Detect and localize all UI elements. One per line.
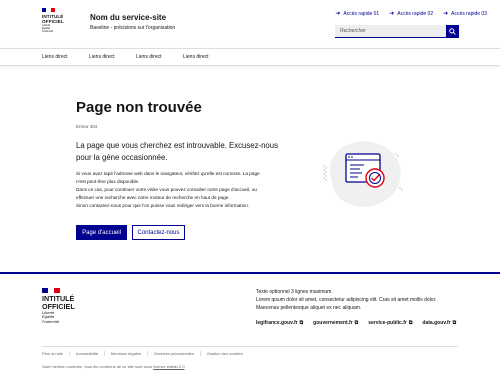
footer-link-gouvernement[interactable]: gouvernement.fr ⧉ bbox=[313, 320, 358, 326]
site-header: INTITULÉ OFFICIEL Liberté Égalité Frater… bbox=[0, 0, 500, 48]
footer-desc-line: Texte optionnel 3 lignes maximum. bbox=[256, 289, 333, 295]
external-link-icon: ⧉ bbox=[354, 320, 359, 326]
footer-link-label: data.gouv.fr bbox=[422, 320, 451, 326]
nav-item-2[interactable]: Liens direct bbox=[89, 49, 136, 65]
footer-bottom-link-cookies[interactable]: Gestion des cookies bbox=[207, 351, 249, 356]
external-link-icon: ⧉ bbox=[452, 320, 457, 326]
footer-bottom-link-privacy[interactable]: Données personnelles bbox=[154, 351, 201, 356]
error-code: Erreur 404 bbox=[76, 124, 98, 129]
external-link-icon: ⧉ bbox=[299, 320, 304, 326]
body-line: n'est peut-être plus disponible. bbox=[76, 178, 140, 184]
main-navigation: Liens direct Liens direct Liens direct L… bbox=[0, 48, 500, 66]
body-line: effectuer une recherche avec notre moteu… bbox=[76, 194, 230, 200]
logo-title: INTITULÉ OFFICIEL bbox=[42, 14, 68, 24]
footer-link-label: service-public.fr bbox=[368, 320, 407, 326]
footer-link-label: gouvernement.fr bbox=[313, 320, 353, 326]
footer-logo-title-line2: OFFICIEL bbox=[42, 301, 75, 311]
footer-description: Texte optionnel 3 lignes maximum. Lorem … bbox=[256, 288, 466, 312]
footer-bottom-links: Plan du site Accessibilité Mentions léga… bbox=[42, 346, 458, 356]
quick-link-3[interactable]: ➜ Accès rapide 03 bbox=[443, 10, 487, 18]
government-logo[interactable]: INTITULÉ OFFICIEL Liberté Égalité Frater… bbox=[42, 8, 68, 34]
quick-link-2[interactable]: ➜ Accès rapide 02 bbox=[389, 10, 434, 18]
search-button[interactable] bbox=[446, 25, 459, 38]
body-text: Si vous avez tapé l'adresse web dans le … bbox=[76, 170, 286, 210]
footer-desc-line: Lorem ipsum dolor sit amet, consectetur … bbox=[256, 297, 437, 303]
quick-link-1[interactable]: ➜ Accès rapide 01 bbox=[335, 10, 380, 18]
footer-bottom-link-legal[interactable]: Mentions légales bbox=[111, 351, 148, 356]
logo-motto: Liberté Égalité Fraternité bbox=[42, 24, 68, 34]
search-icon bbox=[449, 28, 456, 35]
footer-logo-motto-line3: Fraternité bbox=[42, 318, 60, 324]
footer-link-service-public[interactable]: service-public.fr ⧉ bbox=[368, 320, 412, 326]
footer-external-links: legifrance.gouv.fr ⧉ gouvernement.fr ⧉ s… bbox=[256, 320, 456, 326]
nav-item-1[interactable]: Liens direct bbox=[42, 49, 89, 65]
lead-text: La page que vous cherchez est introuvabl… bbox=[76, 140, 286, 163]
service-tagline: Baseline - précisions sur l'organisation bbox=[90, 25, 176, 31]
footer-link-legifrance[interactable]: legifrance.gouv.fr ⧉ bbox=[256, 320, 303, 326]
body-line: Dans ce cas, pour continuer votre visite… bbox=[76, 186, 257, 192]
nav-item-3[interactable]: Liens direct bbox=[136, 49, 183, 65]
body-line: Sinon contactez-nous pour que l'on puiss… bbox=[76, 202, 250, 208]
footer-link-label: legifrance.gouv.fr bbox=[256, 320, 298, 326]
lead-line: La page que vous cherchez est introuvabl… bbox=[76, 141, 278, 150]
home-page-button[interactable]: Page d'accueil bbox=[76, 225, 127, 240]
nav-item-4[interactable]: Liens direct bbox=[183, 49, 230, 65]
footer-government-logo[interactable]: INTITULÉ OFFICIEL Liberté Égalité Frater… bbox=[42, 288, 82, 324]
contact-us-button[interactable]: Contactez-nous bbox=[132, 225, 185, 240]
license-notice: Sauf mention contraire, tous les contenu… bbox=[42, 364, 185, 369]
french-flag-icon bbox=[42, 288, 60, 293]
arrow-right-icon: ➜ bbox=[335, 10, 341, 17]
body-line: Si vous avez tapé l'adresse web dans le … bbox=[76, 171, 260, 176]
search-input[interactable] bbox=[335, 25, 446, 38]
quick-link-label: Accès rapide 03 bbox=[451, 11, 487, 17]
lead-line: pour la gène occasionnée. bbox=[76, 152, 168, 162]
arrow-right-icon: ➜ bbox=[443, 10, 449, 17]
service-name[interactable]: Nom du service-site bbox=[90, 13, 166, 22]
technical-error-illustration-icon bbox=[323, 141, 403, 207]
external-link-icon: ⧉ bbox=[408, 320, 413, 326]
site-footer: INTITULÉ OFFICIEL Liberté Égalité Frater… bbox=[0, 272, 500, 371]
logo-motto-line3: Fraternité bbox=[42, 29, 54, 33]
license-text: Sauf mention contraire, tous les contenu… bbox=[42, 364, 154, 369]
quick-access-links: ➜ Accès rapide 01 ➜ Accès rapide 02 ➜ Ac… bbox=[335, 10, 487, 18]
footer-link-data-gouv[interactable]: data.gouv.fr ⧉ bbox=[422, 320, 456, 326]
footer-logo-motto: Liberté Égalité Fraternité bbox=[42, 310, 82, 324]
footer-desc-line: Maecenas pellentesque aliquet ex nec ali… bbox=[256, 305, 362, 311]
footer-logo-title: INTITULÉ OFFICIEL bbox=[42, 295, 82, 310]
french-flag-icon bbox=[42, 8, 55, 12]
footer-bottom-link-sitemap[interactable]: Plan du site bbox=[42, 351, 70, 356]
footer-bottom-link-accessibility[interactable]: Accessibilité bbox=[76, 351, 105, 356]
page-title: Page non trouvée bbox=[76, 99, 202, 116]
search-bar bbox=[335, 25, 459, 38]
license-link[interactable]: licence etalab-2.0 bbox=[153, 364, 184, 369]
quick-link-label: Accès rapide 01 bbox=[343, 11, 380, 17]
quick-link-label: Accès rapide 02 bbox=[397, 11, 434, 17]
arrow-right-icon: ➜ bbox=[389, 10, 395, 17]
